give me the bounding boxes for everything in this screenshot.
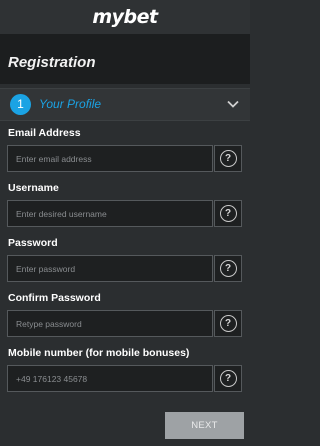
title-bar: Registration — [0, 34, 250, 84]
password-help-button[interactable]: ? — [214, 255, 242, 282]
username-label: Username — [8, 182, 59, 194]
email-help-button[interactable]: ? — [214, 145, 242, 172]
mobile-number-field[interactable] — [7, 365, 213, 392]
password-field[interactable] — [7, 255, 213, 282]
step-number-badge: 1 — [10, 94, 31, 115]
question-mark-icon: ? — [219, 205, 237, 222]
password-label: Password — [8, 237, 58, 249]
question-mark-icon: ? — [219, 260, 237, 277]
email-field[interactable] — [7, 145, 213, 172]
confirm-password-label: Confirm Password — [8, 292, 101, 304]
question-mark-icon: ? — [219, 370, 237, 387]
step-label: Your Profile — [39, 97, 102, 111]
chevron-down-icon[interactable] — [226, 97, 240, 111]
top-header: mybet — [0, 0, 250, 34]
mobile-label: Mobile number (for mobile bonuses) — [8, 347, 190, 359]
next-button[interactable]: NEXT — [165, 412, 244, 439]
username-field[interactable] — [7, 200, 213, 227]
confirm-password-field[interactable] — [7, 310, 213, 337]
question-mark-icon: ? — [219, 150, 237, 167]
question-mark-icon: ? — [219, 315, 237, 332]
username-help-button[interactable]: ? — [214, 200, 242, 227]
email-label: Email Address — [8, 127, 81, 139]
mobile-help-button[interactable]: ? — [214, 365, 242, 392]
page-title: Registration — [8, 54, 96, 71]
mybet-logo[interactable]: mybet — [92, 6, 158, 28]
confirm-password-help-button[interactable]: ? — [214, 310, 242, 337]
step-your-profile[interactable]: 1 Your Profile — [0, 88, 250, 121]
